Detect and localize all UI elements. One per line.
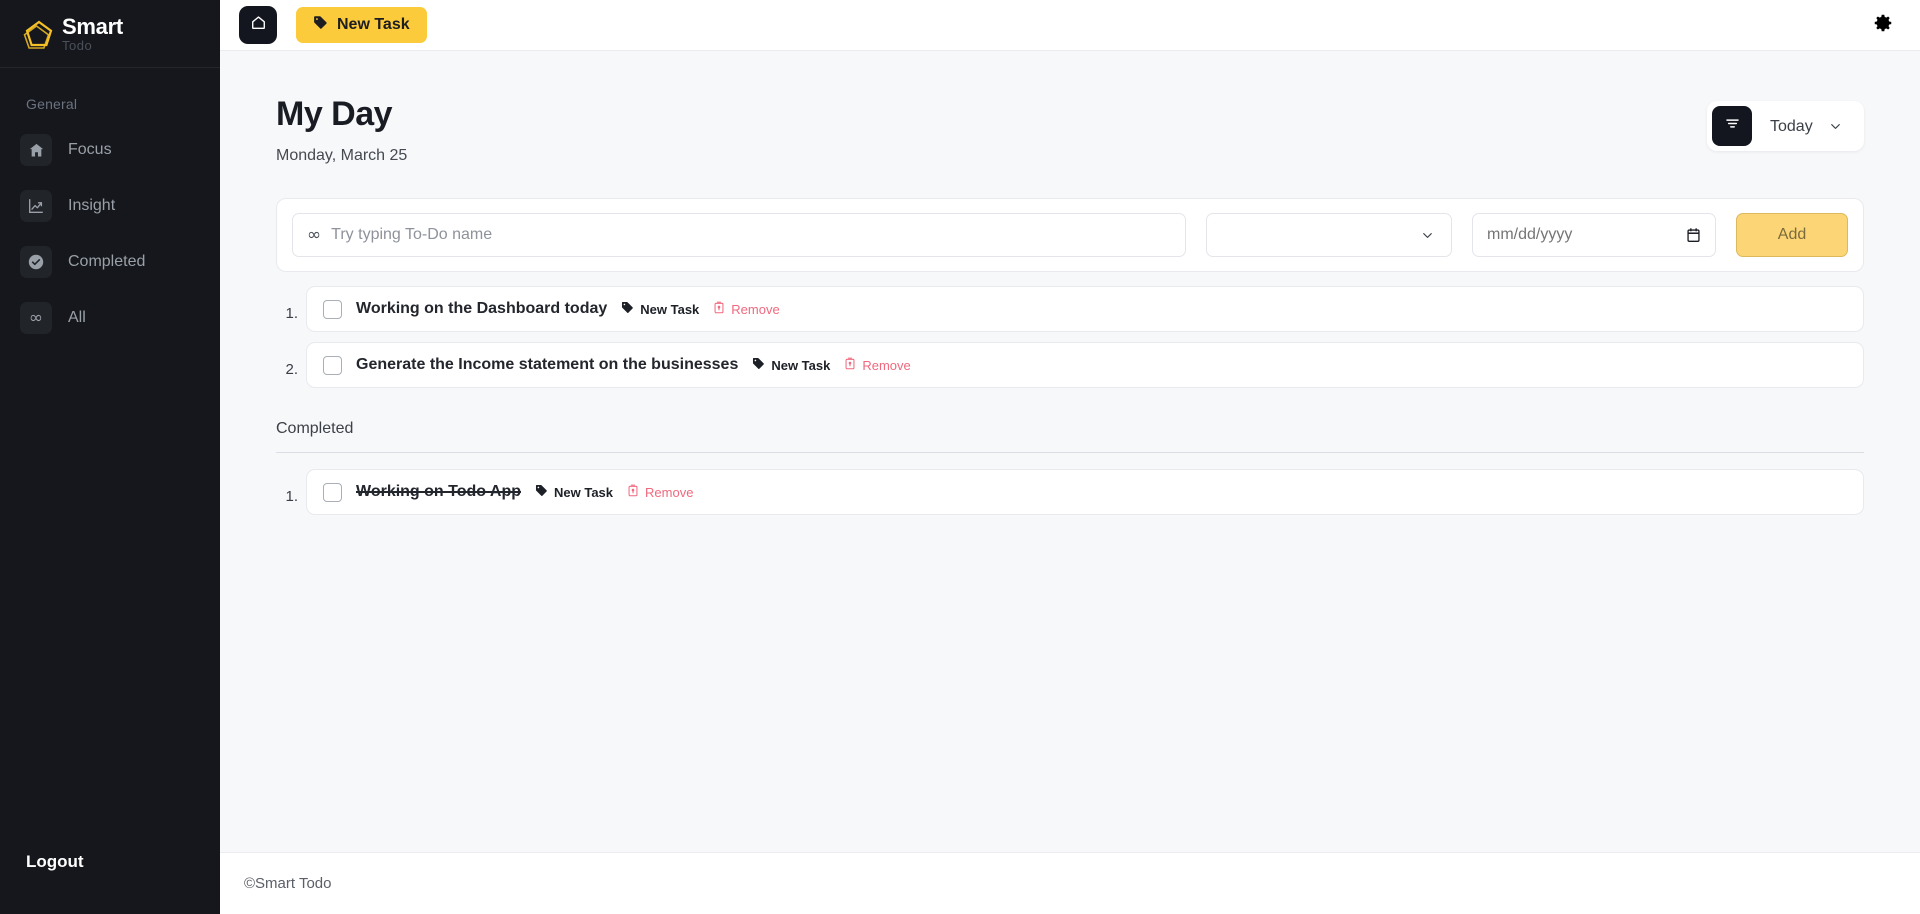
logout-button[interactable]: Logout	[26, 852, 84, 872]
range-select-wrap: Today	[1752, 106, 1859, 146]
filter-icon	[1724, 115, 1741, 137]
date-input-wrap	[1472, 213, 1716, 257]
tag-icon	[621, 301, 634, 317]
sidebar: Smart Todo General Focus Insight Complet…	[0, 0, 220, 914]
task-index: 2.	[285, 361, 298, 378]
section-divider	[276, 452, 1864, 453]
trash-icon	[627, 484, 639, 500]
task-checkbox[interactable]	[323, 299, 342, 319]
task-remove-button[interactable]: Remove	[844, 357, 911, 373]
task-tag-label: New Task	[640, 301, 700, 317]
task-title: Working on Todo App	[356, 483, 521, 500]
app-root: Smart Todo General Focus Insight Complet…	[0, 0, 1920, 914]
tag-icon	[752, 357, 765, 373]
sidebar-section-label: General	[26, 96, 78, 112]
brand-subtitle: Todo	[62, 37, 93, 53]
add-task-button[interactable]: Add	[1736, 213, 1848, 257]
pentagon-logo-icon	[22, 17, 56, 51]
sidebar-item-label: All	[68, 309, 86, 326]
category-select-wrap	[1206, 213, 1452, 257]
task-checkbox[interactable]	[323, 355, 342, 375]
task-index: 1.	[285, 488, 298, 505]
due-date-input[interactable]	[1473, 226, 1715, 244]
task-row: 1. Working on Todo App New Task Remove	[276, 469, 1864, 515]
brand-logo[interactable]: Smart Todo	[0, 0, 220, 68]
task-remove-button[interactable]: Remove	[627, 484, 693, 500]
sidebar-item-label: Focus	[68, 141, 112, 158]
todo-name-input[interactable]	[331, 226, 1185, 244]
content: My Day Monday, March 25 Today ∞ Try typi…	[220, 51, 1920, 852]
task-remove-label: Remove	[731, 301, 780, 317]
active-task-list: 1. Working on the Dashboard today New Ta…	[276, 286, 1864, 388]
task-checkbox[interactable]	[323, 482, 342, 502]
task-row: 1. Working on the Dashboard today New Ta…	[276, 286, 1864, 332]
task-title: Working on the Dashboard today	[356, 300, 608, 317]
filter-group: Today	[1707, 101, 1864, 151]
trash-icon	[844, 357, 856, 373]
sidebar-item-label: Completed	[68, 253, 146, 270]
page-title: My Day	[276, 95, 393, 133]
task-remove-label: Remove	[862, 357, 911, 373]
line-chart-icon	[20, 190, 52, 222]
add-task-form: ∞ Try typing To-Do name mm/dd/yyyy Add	[276, 198, 1864, 272]
sidebar-item-focus[interactable]: Focus	[14, 128, 206, 172]
main-area: New Task My Day Monday, March 25 Today ∞…	[220, 0, 1920, 914]
task-card[interactable]: Working on the Dashboard today New Task	[306, 286, 1864, 332]
trash-icon	[713, 301, 725, 317]
brand-title: Smart	[62, 13, 123, 39]
home-icon	[20, 134, 52, 166]
page-header: My Day Monday, March 25 Today	[276, 95, 1864, 165]
page-header-text: My Day Monday, March 25	[276, 95, 407, 165]
completed-section-label: Completed	[276, 420, 354, 437]
task-tag-button[interactable]: New Task	[535, 484, 613, 500]
sidebar-item-completed[interactable]: Completed	[14, 240, 206, 284]
footer-text: ©Smart Todo	[244, 875, 332, 892]
home-icon	[250, 14, 267, 36]
task-title: Generate the Income statement on the bus…	[356, 356, 739, 373]
task-tag-button[interactable]: New Task	[752, 357, 830, 373]
task-tag-label: New Task	[554, 484, 614, 500]
task-card[interactable]: Generate the Income statement on the bus…	[306, 342, 1864, 388]
infinity-icon: ∞	[20, 302, 52, 334]
sidebar-item-insight[interactable]: Insight	[14, 184, 206, 228]
category-select[interactable]	[1207, 214, 1451, 256]
task-card[interactable]: Working on Todo App New Task Remove	[306, 469, 1864, 515]
sidebar-item-all[interactable]: ∞ All	[14, 296, 206, 340]
task-row: 2. Generate the Income statement on the …	[276, 342, 1864, 388]
page-date: Monday, March 25	[276, 147, 408, 164]
todo-input-wrap: ∞	[292, 213, 1186, 257]
tag-icon	[535, 484, 548, 500]
tag-icon	[313, 15, 328, 35]
task-tag-button[interactable]: New Task	[621, 301, 699, 317]
range-select[interactable]: Today	[1752, 106, 1859, 146]
task-index: 1.	[285, 305, 298, 322]
settings-button[interactable]	[1868, 10, 1898, 40]
completed-task-list: 1. Working on Todo App New Task Remove	[276, 469, 1864, 515]
home-button[interactable]	[239, 6, 277, 44]
infinity-icon: ∞	[307, 224, 322, 245]
check-circle-icon	[20, 246, 52, 278]
filter-button[interactable]	[1712, 106, 1752, 146]
new-task-label: New Task	[337, 16, 410, 33]
sidebar-item-label: Insight	[68, 197, 116, 214]
task-remove-label: Remove	[645, 484, 694, 500]
new-task-button[interactable]: New Task	[296, 7, 427, 43]
task-remove-button[interactable]: Remove	[713, 301, 780, 317]
footer: ©Smart Todo	[220, 852, 1920, 914]
topbar: New Task	[220, 0, 1920, 51]
task-tag-label: New Task	[771, 357, 831, 373]
gear-icon	[1872, 12, 1894, 39]
